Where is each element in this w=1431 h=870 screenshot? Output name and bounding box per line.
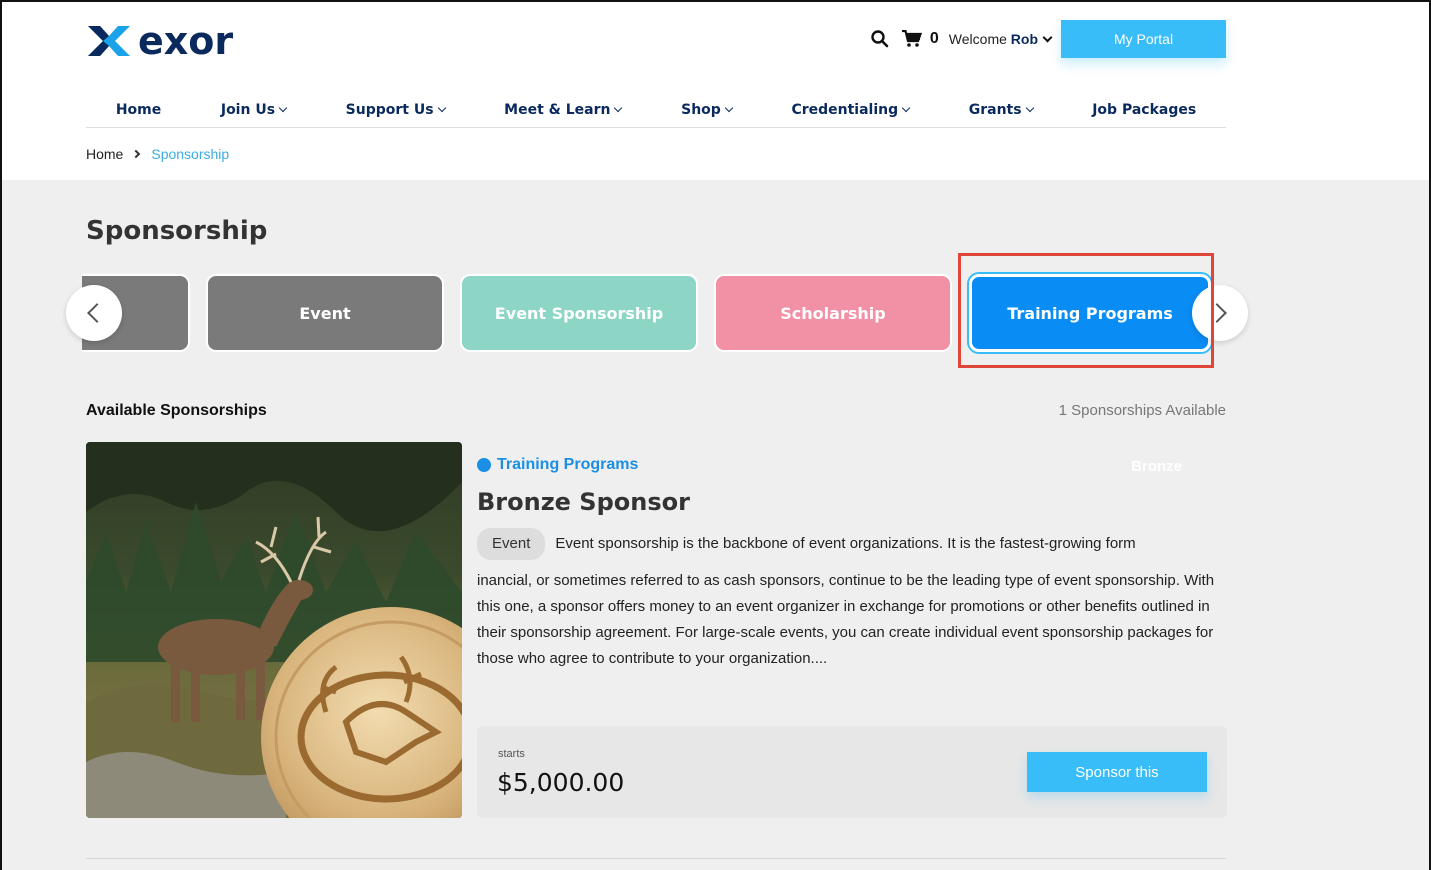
sponsorship-card: Training Programs Bronze Bronze Sponsor … — [477, 456, 1227, 672]
highlight-annotation — [958, 253, 1214, 368]
category-label: Scholarship — [780, 303, 886, 323]
event-tag: Event — [477, 528, 546, 560]
chevron-down-icon — [724, 103, 734, 113]
brand-logo[interactable]: exor — [86, 19, 234, 63]
tier-label: Bronze — [1131, 458, 1182, 475]
nav-label: Home — [115, 102, 162, 118]
nav-label: Meet & Learn — [504, 102, 611, 118]
nav-item-support-us[interactable]: Support Us — [345, 102, 446, 118]
search-icon[interactable] — [870, 29, 890, 49]
nav-label: Join Us — [220, 102, 276, 118]
description-rest: inancial, or sometimes referred to as ca… — [477, 572, 1215, 667]
category-card-scholarship[interactable]: Scholarship — [714, 274, 952, 352]
section-divider — [86, 858, 1226, 859]
category-card-event-sponsorship[interactable]: Event Sponsorship — [460, 274, 698, 352]
main-nav: Home Join Us Support Us Meet & Learn Sho… — [86, 92, 1226, 128]
sponsorship-image — [86, 442, 462, 818]
breadcrumb: Home Sponsorship — [86, 146, 229, 162]
sponsorship-title: Bronze Sponsor — [477, 488, 690, 516]
chevron-down-icon — [614, 103, 623, 113]
site-header: exor 0 Welcome Rob My Portal Home Join U… — [2, 2, 1429, 180]
nav-item-grants[interactable]: Grants — [968, 102, 1034, 118]
sponsorship-description: Event Event sponsorship is the backbone … — [477, 528, 1227, 672]
elk-medallion-image — [86, 442, 462, 818]
starts-label: starts — [498, 748, 525, 760]
nav-item-home[interactable]: Home — [116, 102, 161, 118]
available-sponsorships-count: 1 Sponsorships Available — [1058, 402, 1226, 419]
chevron-right-icon — [132, 149, 141, 159]
card-category: Training Programs — [477, 456, 1227, 474]
chevron-down-icon — [901, 103, 911, 113]
main-content: Sponsorship Event Event Sponsorship Scho… — [2, 180, 1429, 870]
chevron-down-icon — [437, 103, 446, 113]
user-name: Rob — [1010, 31, 1038, 47]
top-utility-bar: 0 Welcome Rob My Portal — [870, 20, 1226, 58]
cart-count: 0 — [929, 30, 939, 47]
welcome-text: Welcome — [948, 31, 1007, 47]
nav-item-join-us[interactable]: Join Us — [220, 102, 288, 118]
nav-label: Job Packages — [1092, 102, 1197, 118]
breadcrumb-home[interactable]: Home — [86, 146, 123, 162]
nav-item-shop[interactable]: Shop — [681, 102, 734, 118]
brand-name: exor — [138, 19, 234, 63]
price-value: $5,000.00 — [497, 768, 625, 797]
nav-label: Credentialing — [791, 102, 899, 118]
chevron-down-icon — [278, 103, 288, 113]
page-title: Sponsorship — [86, 216, 268, 246]
breadcrumb-current: Sponsorship — [151, 146, 230, 162]
chevron-down-icon — [1042, 32, 1053, 43]
nav-label: Grants — [968, 102, 1022, 118]
category-label: Event — [299, 303, 351, 323]
category-card-event[interactable]: Event — [206, 274, 444, 352]
available-sponsorships-title: Available Sponsorships — [86, 402, 267, 419]
my-portal-button[interactable]: My Portal — [1061, 20, 1226, 58]
category-dot-icon — [477, 458, 491, 472]
nav-divider — [86, 127, 1226, 128]
logo-mark-icon — [88, 26, 130, 56]
nav-item-meet-learn[interactable]: Meet & Learn — [504, 102, 623, 118]
description-first-line: Event sponsorship is the backbone of eve… — [555, 535, 1136, 552]
chevron-left-icon — [87, 303, 107, 323]
sponsor-this-button[interactable]: Sponsor this — [1027, 752, 1207, 792]
chevron-down-icon — [1025, 103, 1034, 113]
nav-item-job-packages[interactable]: Job Packages — [1092, 102, 1196, 118]
nav-label: Support Us — [345, 102, 434, 118]
user-menu[interactable]: Welcome Rob — [948, 31, 1053, 47]
carousel-prev-button[interactable] — [66, 285, 122, 341]
nav-label: Shop — [681, 102, 721, 118]
nav-item-credentialing[interactable]: Credentialing — [791, 102, 911, 118]
price-panel: starts $5,000.00 Sponsor this — [477, 726, 1227, 818]
category-label: Event Sponsorship — [494, 303, 664, 323]
card-category-label: Training Programs — [497, 456, 639, 473]
cart-icon[interactable] — [901, 30, 922, 48]
